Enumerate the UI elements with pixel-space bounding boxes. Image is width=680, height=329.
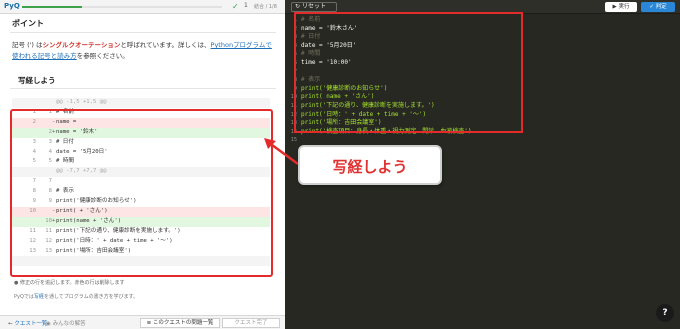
diff-note: ● 修正の行を追記します。赤色の行は削除します [14, 280, 125, 286]
check-icon: ✓ [232, 2, 239, 11]
help-button[interactable]: ? [656, 304, 674, 322]
pyq-logo[interactable]: PyQ [4, 2, 20, 12]
arrow-icon [264, 138, 299, 166]
point-body-pre: 記号 (') は [12, 41, 43, 49]
progress-bar [22, 6, 222, 8]
run-button[interactable]: ▶ 実行 [605, 2, 637, 12]
code-highlight-box [294, 12, 523, 133]
divider [10, 88, 276, 89]
answers-link[interactable]: ◉ みんなの解答 [46, 319, 86, 327]
copy-note: PyQでは写経を通してプログラムの書き方を学びます。 [14, 293, 138, 300]
copy-note-pre: PyQでは [14, 294, 34, 300]
divider [10, 32, 276, 33]
point-body: 記号 (') はシングルクオーテーションと呼ばれています。詳しくは、Python… [12, 40, 277, 62]
diff-hunk-header: @@ -1,5 +1,5 @@ [12, 98, 270, 108]
copy-note-post: を通してプログラムの書き方を学びます。 [43, 294, 139, 300]
point-title: ポイント [12, 19, 44, 28]
diff-line-text: @@ -1,5 +1,5 @@ [56, 99, 107, 105]
quest-list-link[interactable]: ← クエスト一覧 [8, 319, 47, 327]
quest-problems-button[interactable]: ≡ このクエストの問題一覧 [140, 318, 220, 328]
judge-button[interactable]: ✓ 判定 [641, 2, 675, 12]
step-count: 1 [244, 2, 248, 9]
copy-heading: 写経しよう [18, 76, 56, 85]
quest-problems-label: このクエストの問題一覧 [152, 320, 214, 326]
callout-box: 写経しよう [298, 145, 442, 185]
step-sub-label: 結合 / 1/8 [254, 4, 277, 10]
reset-button[interactable]: ↻ リセット [291, 2, 337, 12]
point-body-mid: と呼ばれています。詳しくは、 [120, 41, 211, 49]
code-line[interactable]: 15 [285, 136, 680, 145]
copy-note-link[interactable]: 写経 [34, 294, 44, 300]
diff-highlight-box [10, 109, 273, 277]
quest-complete-button[interactable]: クエスト完了 [222, 318, 280, 328]
quest-list-label: クエスト一覧 [14, 321, 48, 327]
point-body-post: を参照ください。 [76, 52, 129, 60]
instruction-panel: ポイント 記号 (') はシングルクオーテーションと呼ばれています。詳しくは、P… [0, 14, 285, 315]
callout-text: 写経しよう [332, 158, 408, 176]
answers-label: みんなの解答 [52, 321, 86, 327]
progress-bar-fill [22, 6, 82, 8]
point-highlight: シングルクオーテーション [42, 41, 121, 49]
reset-label: リセット [301, 3, 326, 10]
